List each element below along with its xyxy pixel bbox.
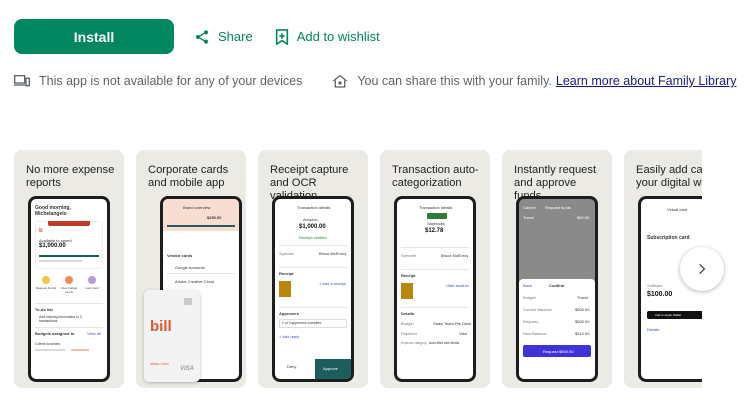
family-library-link[interactable]: Learn more about Family Library [556,74,737,88]
screenshot-caption: Easily add card to your digital wallet [636,164,702,189]
approve-button[interactable]: Approve [315,359,351,379]
greeting: Good morning, Michelangelo [35,205,71,217]
screenshot-2[interactable]: Corporate cards and mobile app Brand ove… [136,150,246,388]
devices-icon [14,75,30,87]
screen-header: Transaction details [297,205,331,210]
cancel-link[interactable]: Cancel [523,205,535,210]
bookmark-add-icon [275,28,288,45]
phone-frame: Cancel Request funds Travel $50.00 Back … [516,196,598,382]
receipt-label: Receipt [279,271,294,276]
request-item-amount: $50.00 [577,215,590,220]
software-label: Software [647,283,663,288]
family-notice: You can share this with your family. Lea… [332,74,737,88]
screenshot-5[interactable]: Instantly request and approve funds Canc… [502,150,612,388]
chip-icon [184,298,192,305]
family-home-icon [333,74,348,88]
screenshot-4[interactable]: Transaction auto-categorization Transact… [380,150,490,388]
phone-screen: Transaction details Starbucks $12.78 Spe… [397,199,473,379]
phone-frame: Good morning, Michelangelo b Available t… [28,196,110,382]
devices-notice: This app is not available for any of you… [14,74,302,88]
share-label: Share [218,29,253,44]
card-holder: Marco Carel [150,362,169,366]
install-button[interactable]: Install [14,19,174,54]
card-amount: $250.00 [207,215,222,220]
phone-screen: Cancel Request funds Travel $50.00 Back … [519,199,595,379]
details-label: Details [401,311,415,316]
apple-wallet-button[interactable]: Add to Apple Wallet [647,311,702,319]
devices-text: This app is not available for any of you… [39,74,303,88]
vendor-cards-label: Vendor cards [167,253,193,258]
screenshot-caption: No more expense reports [26,164,115,189]
view-all-link[interactable]: View all [87,331,101,336]
spender-label: Spender [279,251,295,256]
add-another-link[interactable]: +Add another [445,283,469,288]
tile-request-funds[interactable]: Request Funds [35,273,57,299]
screenshot-caption: Corporate cards and mobile app [148,164,229,189]
vendor-item: Adobe Creative Cloud [175,279,215,284]
add-receipt-link[interactable]: + Add a receipt [319,281,346,286]
confirm-sheet: Back Confirm Budget Travel Current Balan… [519,279,595,379]
screenshot-3[interactable]: Receipt capture and OCR validation Trans… [258,150,368,388]
screen-header: Transaction details [419,205,453,210]
approvers-value: 1 of 3 approvers complete [282,321,322,325]
phone-frame: Transaction details Starbucks $12.78 Spe… [394,196,476,382]
visa-logo: VISA [179,366,194,372]
category-badge [427,213,447,219]
receipt-thumbnail[interactable] [279,281,291,297]
share-button[interactable]: Share [194,29,253,45]
bill-mark: b [39,228,43,234]
confirm-title: Confirm [549,283,565,288]
spender-value: Bruce McEnroy [441,253,469,258]
share-icon [196,29,208,44]
budget-item: Client lunches [35,341,61,346]
chevron-right-icon [699,263,706,275]
quick-tiles: Request Funds View budget Funds Lock Car… [35,273,103,299]
wishlist-label: Add to wishlist [296,29,380,44]
screen-header: Request funds [545,205,571,210]
screen-header: Brand overview [183,205,211,210]
receipt-label: Receipt [401,273,416,278]
wishlist-button[interactable]: Add to wishlist [275,28,380,45]
screenshot-carousel: No more expense reports Good morning, Mi… [14,150,702,388]
transaction-amount: $1,000.00 [299,224,326,230]
request-funds-button[interactable]: Request $500.00 [523,345,591,357]
action-bar: Install Share Add to wishlist [14,19,380,54]
budgets-label: Budgets assigned to [35,331,75,336]
card-brand: bill [150,318,172,335]
vendor-item: Google Amounts [175,265,205,270]
merchant-name: Amazon [303,217,318,222]
deny-button[interactable]: Deny [287,364,296,369]
spender-value: Bruce McEnroy [319,251,347,256]
family-text: You can share this with your family. [357,74,552,88]
add-reply-link[interactable]: + Add reply [279,334,299,339]
screenshot-1[interactable]: No more expense reports Good morning, Mi… [14,150,124,388]
merchant-name: Starbucks [427,221,445,226]
subscription-label: Subscription card [647,235,690,241]
phone-screen: Transaction details Amazon $1,000.00 Rec… [275,199,351,379]
tile-view-budget[interactable]: View budget Funds [58,273,80,299]
receipt-status: Receipt verified [299,235,327,240]
phone-frame: Transaction details Amazon $1,000.00 Rec… [272,196,354,382]
details-link[interactable]: Details [647,327,659,332]
balance-card: b Available to spend $1,000.00 [35,221,103,269]
physical-card: bill Marco Carel VISA [144,290,200,382]
availability-notices: This app is not available for any of you… [14,74,737,88]
card-amount: $100.00 [647,291,673,298]
receipt-thumbnail[interactable] [401,283,413,299]
screenshot-caption: Transaction auto-categorization [392,164,479,189]
back-link[interactable]: Back [523,283,532,288]
transaction-amount: $12.78 [425,228,444,234]
screen-header: Virtual card [667,207,688,212]
todo-item: Add missing information to 3 transaction… [39,315,82,323]
carousel-next-button[interactable] [680,247,724,291]
approvers-label: Approvers [279,311,300,316]
phone-screen: Good morning, Michelangelo b Available t… [31,199,107,379]
tile-lock-card[interactable]: Lock Card [81,273,103,299]
todo-label: To-do list [35,307,53,312]
available-amount: $1,000.00 [39,243,66,249]
request-item: Travel [523,215,534,220]
spender-label: Spender [401,253,417,258]
